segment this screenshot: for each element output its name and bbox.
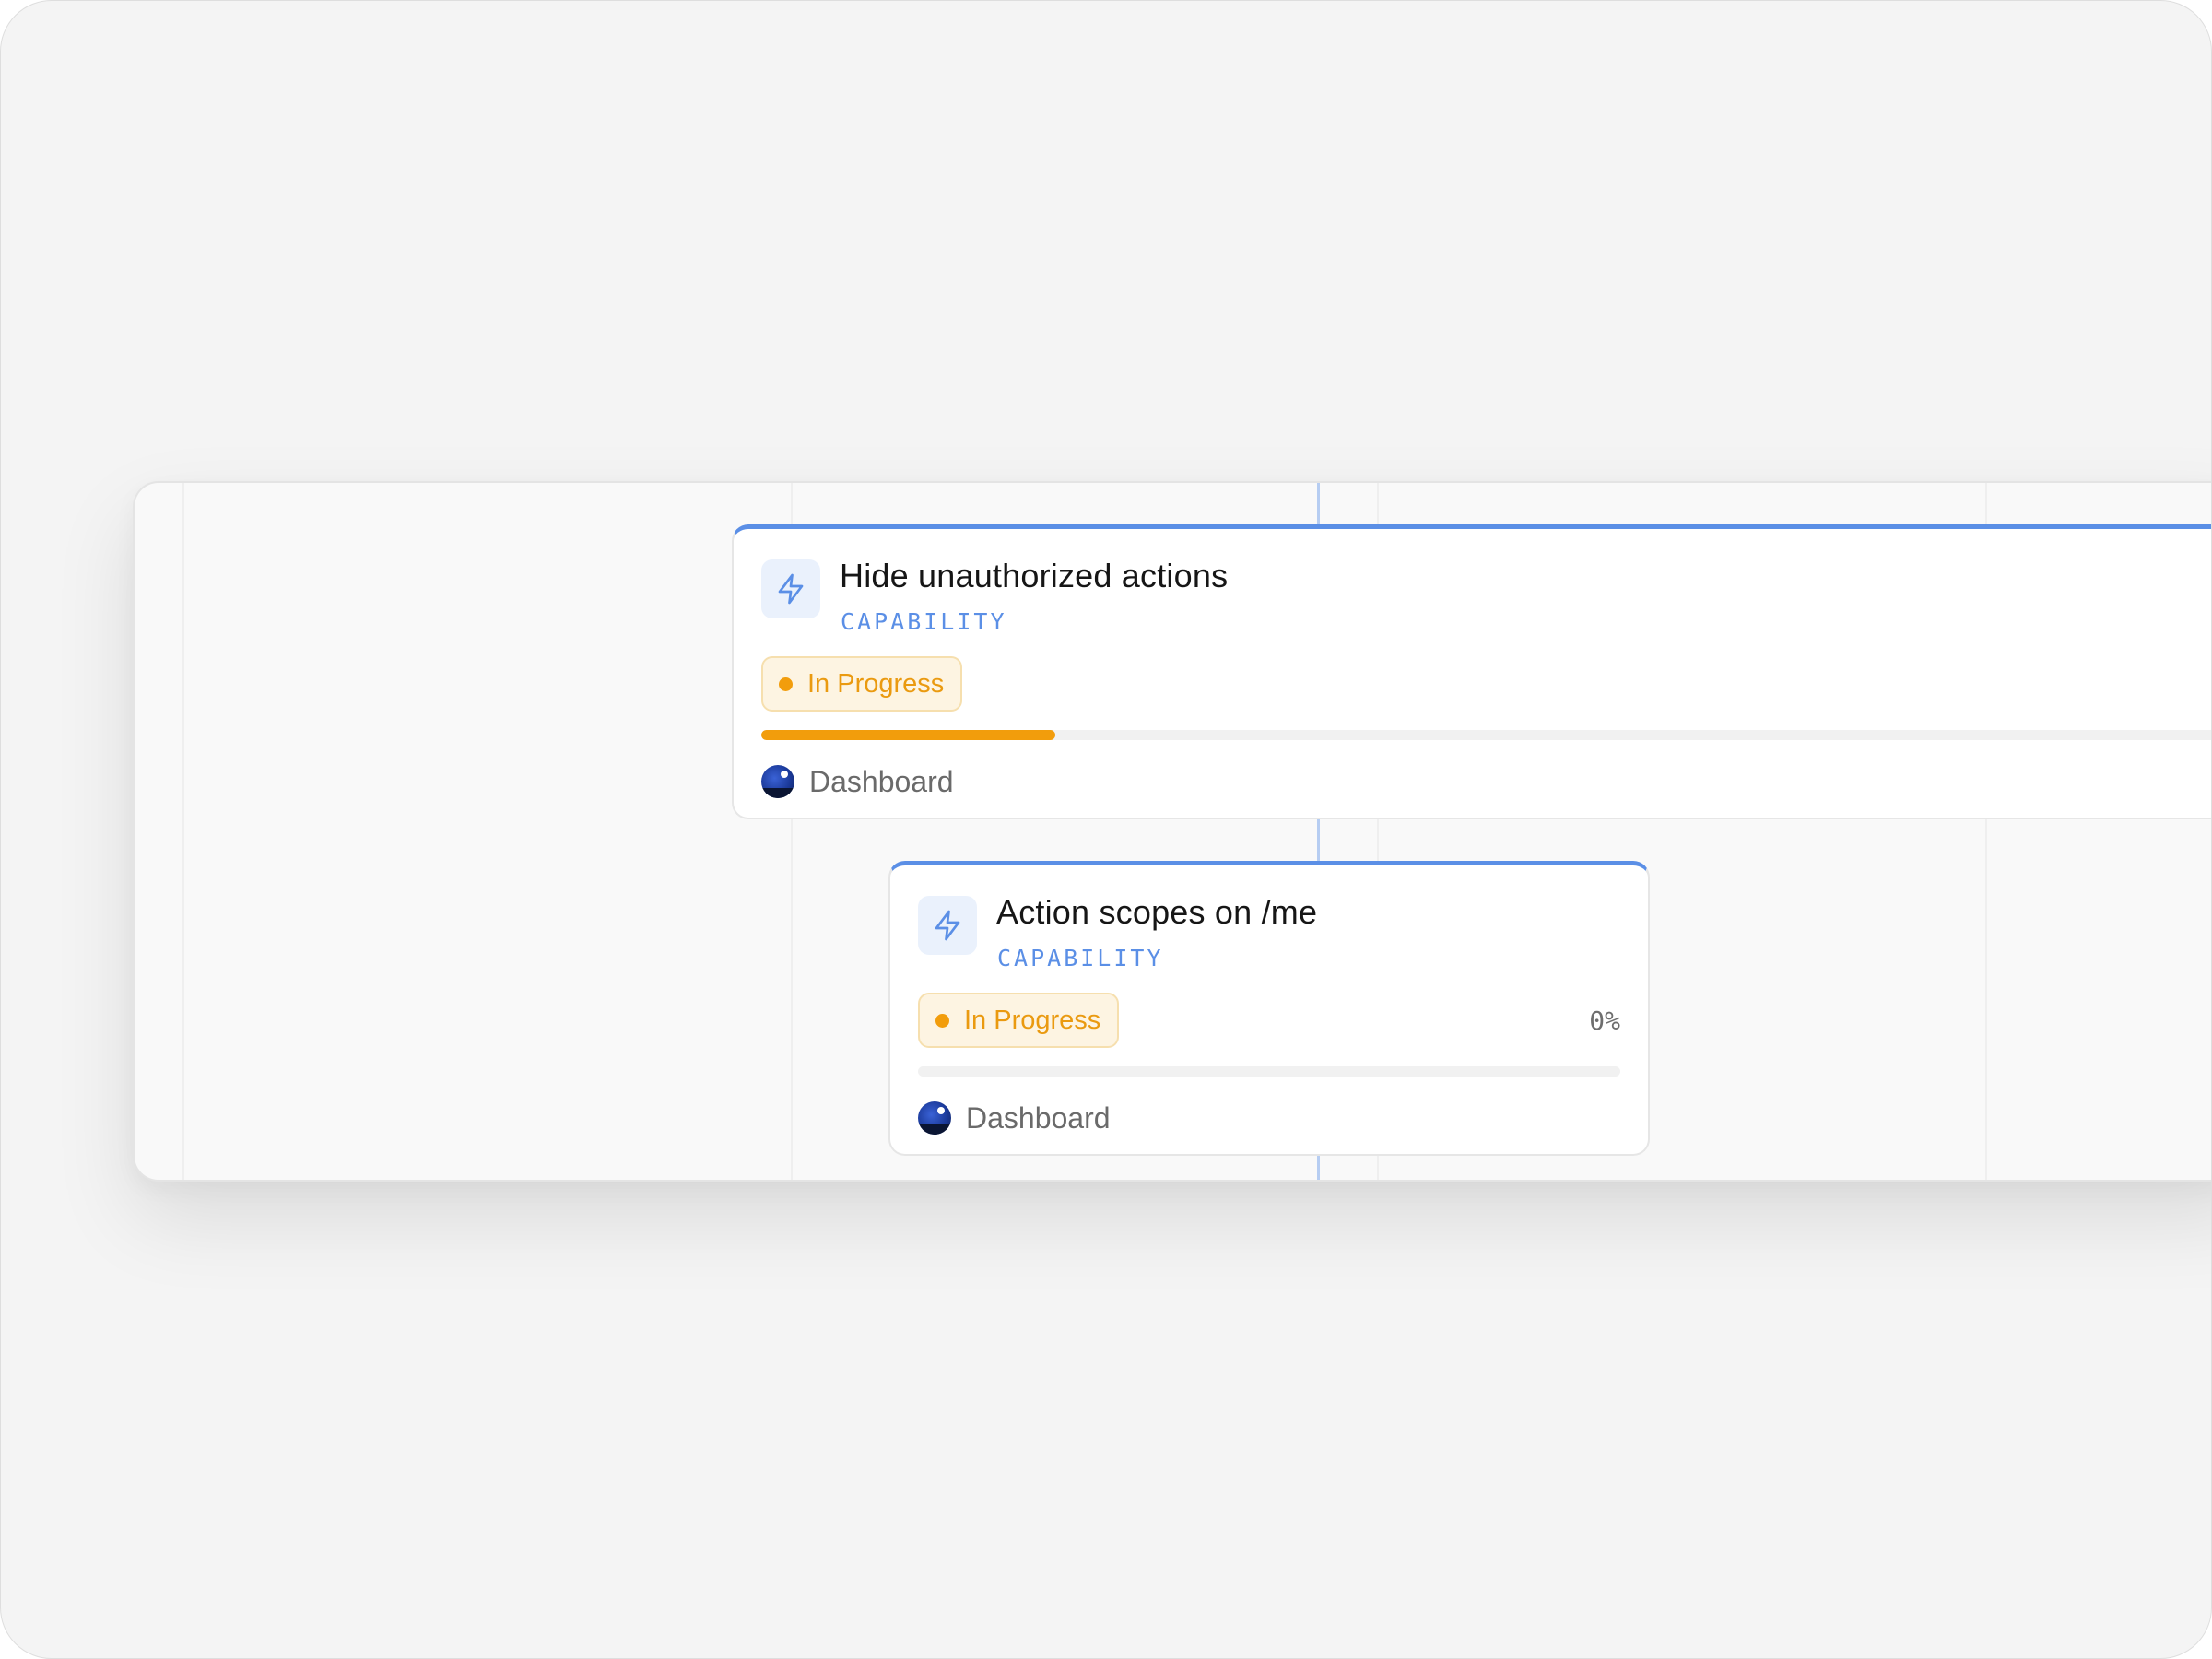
window-frame: Hide unauthorized actions CAPABILITY In …: [0, 0, 2212, 1659]
progress-percent: 0%: [1589, 1006, 1620, 1036]
status-badge[interactable]: In Progress: [761, 656, 963, 712]
project-avatar-icon: [918, 1101, 951, 1135]
status-dot-icon: [935, 1014, 949, 1028]
capability-card-action-scopes-on-me[interactable]: Action scopes on /me CAPABILITY In Progr…: [888, 861, 1650, 1156]
roadmap-canvas[interactable]: Hide unauthorized actions CAPABILITY In …: [133, 481, 2211, 1182]
lightning-icon: [761, 559, 820, 618]
status-label: In Progress: [964, 1006, 1101, 1035]
capability-card-hide-unauthorized-actions[interactable]: Hide unauthorized actions CAPABILITY In …: [732, 524, 2211, 819]
project-label: Dashboard: [966, 1100, 1111, 1135]
grid-divider: [182, 483, 184, 1180]
project-avatar-icon: [761, 765, 794, 798]
project-label: Dashboard: [809, 764, 954, 798]
progress-bar: [918, 1066, 1620, 1077]
status-label: In Progress: [807, 669, 945, 699]
progress-bar-fill: [761, 730, 1056, 740]
project-link[interactable]: Dashboard: [761, 765, 954, 798]
card-type-label: CAPABILITY: [997, 945, 1164, 971]
lightning-icon: [918, 896, 977, 955]
card-title[interactable]: Action scopes on /me: [996, 893, 1317, 932]
progress-bar: [761, 730, 2211, 740]
card-type-label: CAPABILITY: [841, 608, 1007, 635]
status-badge[interactable]: In Progress: [918, 993, 1120, 1048]
project-link[interactable]: Dashboard: [918, 1101, 1111, 1135]
status-dot-icon: [779, 677, 793, 691]
card-title[interactable]: Hide unauthorized actions: [840, 557, 1228, 595]
